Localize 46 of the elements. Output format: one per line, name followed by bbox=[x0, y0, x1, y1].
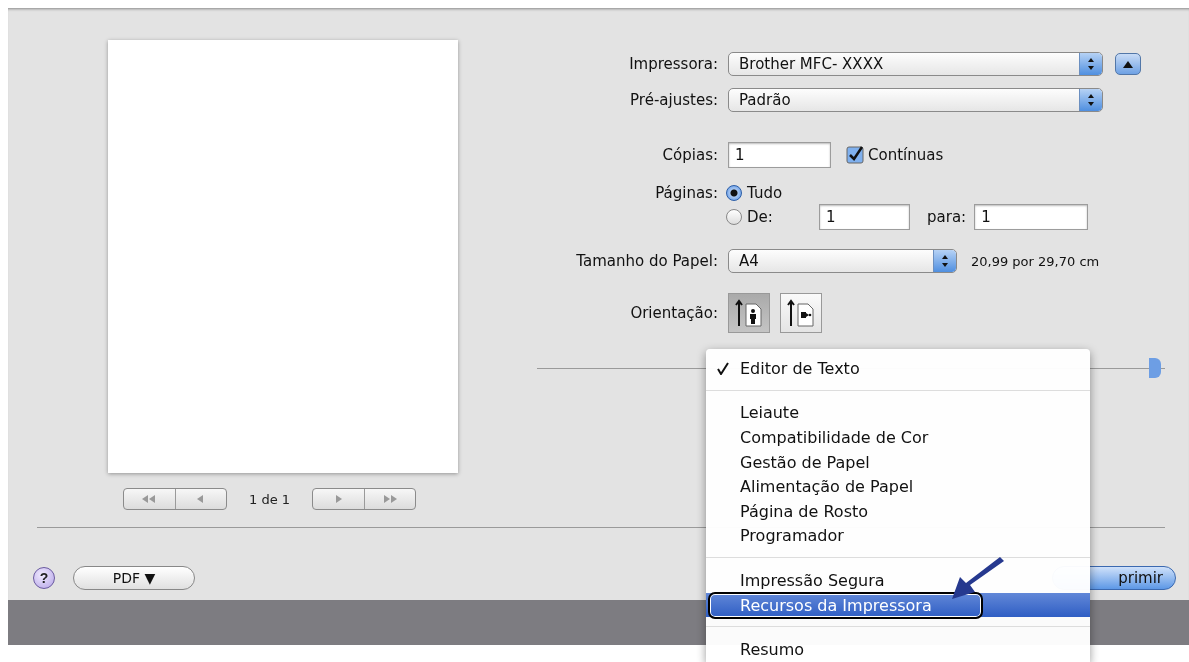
pages-label: Páginas: bbox=[654, 184, 718, 202]
orientation-label: Orientação: bbox=[629, 304, 718, 322]
menu-item[interactable]: Leiaute bbox=[706, 400, 1090, 426]
collapse-button[interactable] bbox=[1115, 53, 1141, 75]
help-button[interactable]: ? bbox=[33, 567, 55, 589]
menu-item[interactable]: Editor de Texto bbox=[706, 356, 1090, 381]
previous-icon bbox=[197, 495, 205, 503]
paper-size-popup[interactable]: A4 bbox=[728, 249, 957, 273]
portrait-page-icon bbox=[734, 298, 764, 328]
rewind-icon bbox=[142, 495, 157, 503]
paper-size-label: Tamanho do Papel: bbox=[575, 252, 718, 270]
orientation-button[interactable] bbox=[780, 293, 822, 333]
menu-item[interactable]: Programador bbox=[706, 523, 1090, 549]
menu-item[interactable]: Alimentação de Papel bbox=[706, 474, 1090, 500]
to-page-field[interactable]: 1 bbox=[974, 204, 1089, 230]
printer-label: Impressora: bbox=[628, 55, 718, 73]
updown-arrows-icon bbox=[1079, 53, 1102, 75]
menu-item[interactable]: Página de Rosto bbox=[706, 499, 1090, 524]
next-icon bbox=[334, 495, 342, 503]
presets-popup[interactable]: Padrão bbox=[728, 88, 1103, 112]
checkbox-icon bbox=[846, 146, 864, 164]
popup-stepper-edge bbox=[1149, 358, 1161, 378]
orientation-button[interactable] bbox=[728, 293, 770, 333]
presets-label: Pré-ajustes: bbox=[629, 91, 718, 109]
from-page-field[interactable]: 1 bbox=[819, 204, 910, 230]
page-range-radio[interactable]: De: bbox=[726, 208, 819, 226]
paper-dimensions: 20,99 por 29,70 cm bbox=[971, 253, 1100, 269]
menu-item[interactable]: Recursos da Impressora bbox=[706, 592, 1090, 618]
pdf-button[interactable]: PDF ▼ bbox=[73, 566, 195, 590]
up-triangle-icon bbox=[1123, 60, 1133, 68]
copies-label: Cópias: bbox=[661, 146, 718, 164]
menu-item[interactable]: Compatibilidade de Cor bbox=[706, 425, 1090, 450]
collated-checkbox[interactable]: Contínuas bbox=[846, 146, 944, 164]
page-counter: 1 de 1 bbox=[249, 491, 291, 507]
all-pages-radio[interactable]: Tudo bbox=[726, 184, 783, 202]
printer-popup[interactable]: Brother MFC- XXXX bbox=[728, 52, 1103, 76]
to-label: para: bbox=[927, 208, 967, 226]
updown-arrows-icon bbox=[1079, 89, 1102, 111]
menu-item[interactable]: Gestão de Papel bbox=[706, 449, 1090, 475]
landscape-page-icon bbox=[786, 298, 816, 328]
copies-field[interactable]: 1 bbox=[728, 142, 831, 168]
menu-item[interactable]: Resumo bbox=[706, 637, 1090, 662]
fast-forward-icon bbox=[382, 495, 397, 503]
updown-arrows-icon bbox=[933, 250, 956, 272]
checkmark-icon bbox=[717, 361, 729, 375]
pointer-arrow-icon bbox=[950, 557, 1006, 601]
